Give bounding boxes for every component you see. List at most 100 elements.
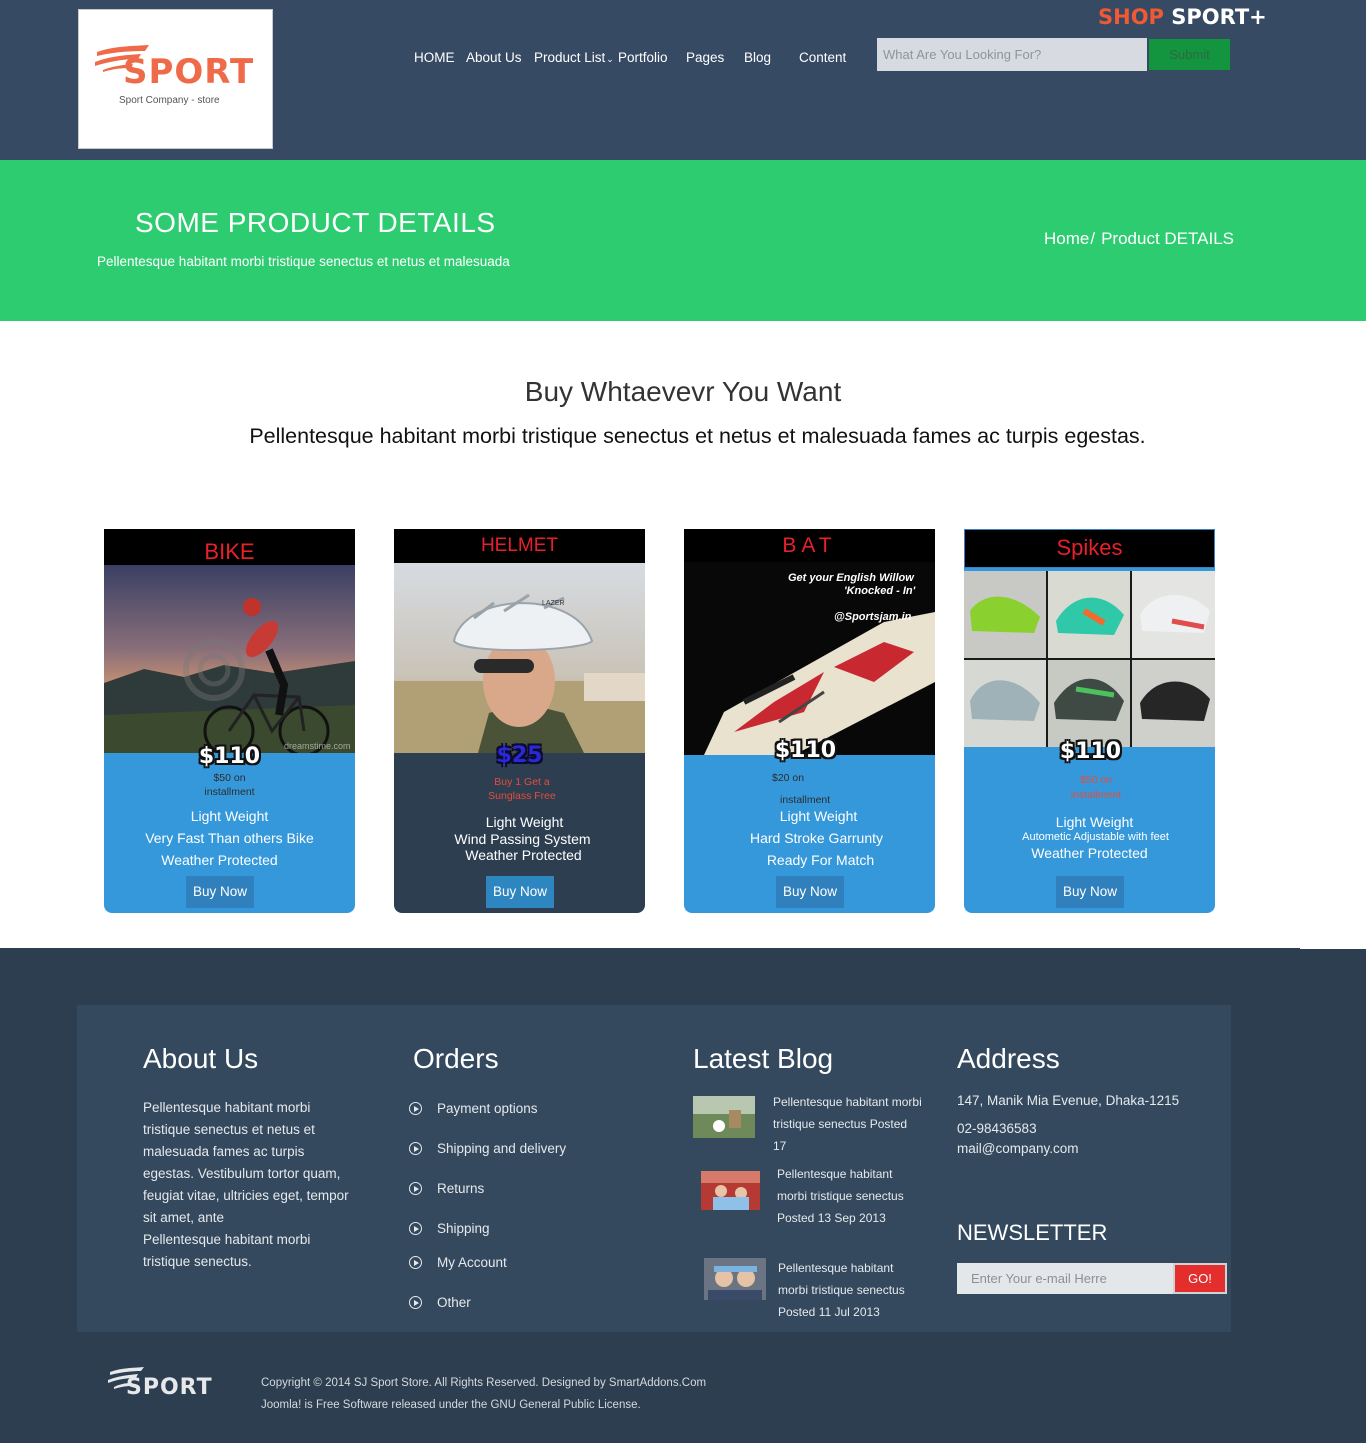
- product-note-line2: Sunglass Free: [488, 790, 556, 802]
- product-price: $110: [774, 738, 837, 763]
- nav-product-list-label: Product List: [534, 50, 606, 65]
- breadcrumb-home[interactable]: Home: [1044, 229, 1089, 248]
- footer-blog-title: Latest Blog: [693, 1043, 834, 1074]
- nav-blog[interactable]: Blog: [744, 49, 771, 67]
- feature-3: Ready For Match: [766, 852, 875, 868]
- footer-link-label: Other: [437, 1295, 471, 1310]
- site-header: SPORT Sport Company - store SHOP SPORT+ …: [0, 0, 1366, 160]
- product-card-helmet: HELMET LAZER $25 Buy 1 Get a Sunglass Fr…: [394, 529, 645, 913]
- copyright-text: Copyright © 2014 SJ Sport Store. All Rig…: [261, 1372, 706, 1416]
- footer-about-text-2: Pellentesque habitant morbi tristique se…: [143, 1232, 311, 1269]
- footer-link-label: Payment options: [437, 1101, 538, 1116]
- page-subtitle: Pellentesque habitant morbi tristique se…: [97, 254, 510, 269]
- product-note-line1: Buy 1 Get a: [494, 776, 550, 788]
- footer-link-label: My Account: [437, 1255, 507, 1270]
- blog-thumbnail-icon: [701, 1171, 760, 1210]
- product-note-line1: $50 on: [1079, 774, 1113, 786]
- buy-now-button[interactable]: Buy Now: [1056, 876, 1124, 908]
- section-subtitle: Pellentesque habitant morbi tristique se…: [249, 424, 1146, 448]
- footer-link-label: Returns: [437, 1181, 485, 1196]
- logo-tagline: Sport Company - store: [119, 95, 220, 106]
- newsletter-email-input[interactable]: [957, 1263, 1173, 1294]
- spike-shoes-photo-icon[interactable]: [964, 571, 1215, 747]
- product-name: BAT: [684, 529, 935, 565]
- site-logo[interactable]: SPORT Sport Company - store: [78, 9, 273, 149]
- product-card-spikes: Spikes $110 $50 on installment Light Wei…: [964, 529, 1215, 913]
- circle-arrow-icon: [409, 1256, 422, 1269]
- blog-thumbnail-icon: [693, 1096, 755, 1138]
- product-card-bat: BAT Get your English Willow 'Knocked - I…: [684, 529, 935, 913]
- product-price: $110: [1059, 739, 1122, 764]
- nav-about-us[interactable]: About Us: [466, 49, 522, 67]
- chevron-down-icon: ⌄: [606, 54, 614, 64]
- bat-handle: @Sportsjam.in: [834, 611, 912, 623]
- product-note-line2: installment: [204, 786, 255, 798]
- nav-portfolio[interactable]: Portfolio: [618, 49, 668, 67]
- feature-1: Light Weight: [779, 808, 858, 824]
- installment-amount: $20 on: [772, 772, 805, 784]
- blog-thumbnail-icon: [704, 1258, 766, 1300]
- buy-now-button[interactable]: Buy Now: [776, 876, 844, 908]
- footer-link-label: Shipping: [437, 1221, 490, 1236]
- feature-2: Hard Stroke Garrunty: [749, 830, 884, 846]
- footer-logo-word: SPORT: [126, 1375, 213, 1400]
- nav-content[interactable]: Content: [799, 49, 846, 67]
- bat-caption-1: Get your English Willow: [788, 572, 915, 584]
- address-email[interactable]: mail@company.com: [957, 1138, 1079, 1160]
- cyclist-photo-icon[interactable]: dreamstime.com: [104, 565, 355, 753]
- copyright-line-1: Copyright © 2014 SJ Sport Store. All Rig…: [261, 1377, 707, 1389]
- nav-home[interactable]: HOME: [414, 49, 455, 67]
- footer-divider: [1300, 948, 1366, 949]
- footer-link-label: Shipping and delivery: [437, 1141, 567, 1156]
- nav-pages[interactable]: Pages: [686, 49, 724, 67]
- product-card-bike: BIKE dreamstime.com $110 $50 on installm…: [104, 529, 355, 913]
- circle-arrow-icon: [409, 1182, 422, 1195]
- product-price: $25: [496, 743, 543, 768]
- shop-brand: SHOP SPORT+: [1098, 4, 1267, 30]
- nav-product-list[interactable]: Product List⌄: [534, 49, 614, 68]
- page-title: SOME PRODUCT DETAILS: [135, 207, 496, 238]
- footer-orders-title: Orders: [413, 1043, 499, 1074]
- footer-about-title: About Us: [143, 1043, 259, 1074]
- helmet-brand: LAZER: [542, 600, 565, 607]
- product-name: HELMET: [394, 529, 645, 565]
- circle-arrow-icon: [409, 1102, 422, 1115]
- product-note-line1: $20 on: [772, 771, 832, 785]
- product-note-line1: $50 on: [213, 772, 246, 784]
- circle-arrow-icon: [409, 1142, 422, 1155]
- page-banner: SOME PRODUCT DETAILS Pellentesque habita…: [0, 160, 1366, 321]
- buy-now-button[interactable]: Buy Now: [486, 876, 554, 908]
- cricket-bat-photo-icon[interactable]: Get your English Willow 'Knocked - In' @…: [684, 562, 935, 755]
- breadcrumb-separator: /: [1090, 229, 1096, 248]
- section-title: Buy Whtaevevr You Want: [524, 376, 842, 407]
- feature-3: Weather Protected: [1031, 845, 1148, 861]
- feature-1: Light Weight: [190, 808, 269, 824]
- footer-address-title: Address: [957, 1043, 1060, 1074]
- brand-sport: SPORT+: [1171, 5, 1267, 29]
- product-name: Spikes: [964, 529, 1215, 568]
- newsletter-go-button[interactable]: GO!: [1173, 1263, 1227, 1294]
- feature-2: Very Fast Than others Bike: [145, 830, 314, 846]
- buy-now-button[interactable]: Buy Now: [186, 876, 254, 908]
- blog-post-text: Pellentesque habitant morbi tristique se…: [777, 1167, 904, 1225]
- address-phone: 02-98436583: [957, 1121, 1037, 1136]
- product-note-line2: installment: [1070, 789, 1122, 801]
- product-name: BIKE: [104, 529, 355, 565]
- feature-3: Weather Protected: [465, 847, 582, 863]
- circle-arrow-icon: [409, 1296, 422, 1309]
- footer-about-text: Pellentesque habitant morbi tristique se…: [143, 1100, 349, 1225]
- product-price: $110: [198, 744, 261, 769]
- address-street: 147, Manik Mia Evenue, Dhaka-1215: [957, 1093, 1180, 1108]
- blog-post-text: Pellentesque habitant morbi tristique se…: [773, 1095, 922, 1153]
- breadcrumb-current: Product DETAILS: [1101, 229, 1234, 248]
- newsletter-title: NEWSLETTER: [957, 1220, 1108, 1245]
- helmet-photo-icon[interactable]: LAZER: [394, 563, 645, 753]
- search-input[interactable]: [877, 38, 1147, 71]
- bat-caption-2: 'Knocked - In': [844, 585, 916, 597]
- search-submit-button[interactable]: Submit: [1149, 39, 1230, 70]
- copyright-line-2: Joomla! is Free Software released under …: [261, 1399, 641, 1411]
- circle-arrow-icon: [409, 1222, 422, 1235]
- feature-3: Weather Protected: [161, 852, 278, 868]
- breadcrumb: Home/ Product DETAILS: [1044, 229, 1234, 249]
- logo-word: SPORT: [123, 52, 255, 92]
